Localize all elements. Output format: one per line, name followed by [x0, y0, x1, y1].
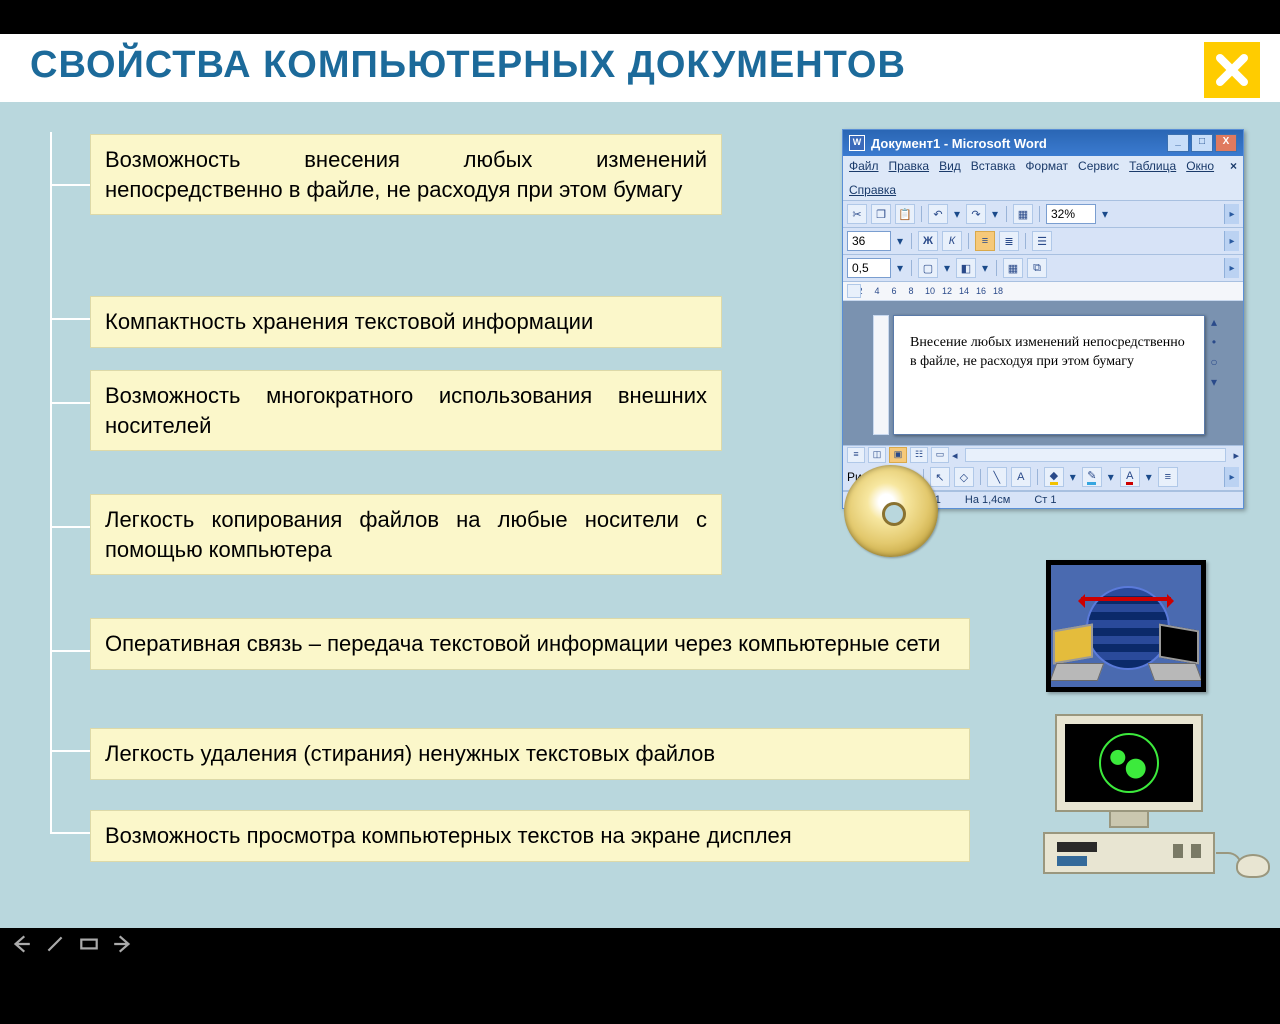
menu-tools[interactable]: Сервис — [1078, 159, 1119, 173]
word-menubar[interactable]: Файл Правка Вид Вставка Формат Сервис Та… — [843, 156, 1243, 201]
line-weight-icon[interactable]: ≡ — [1158, 467, 1178, 487]
menu-edit[interactable]: Правка — [889, 159, 930, 173]
table-icon[interactable]: ▦ — [1013, 204, 1033, 224]
h-scrollbar[interactable] — [965, 448, 1227, 462]
toolbar-tables[interactable]: 0,5▾ ▢▾ ◧▾ ▦ ⧉ ▸ — [843, 255, 1243, 282]
close-button[interactable] — [1204, 42, 1260, 98]
word-screenshot: W Документ1 - Microsoft Word _ □ X Файл … — [842, 129, 1244, 509]
menu-insert[interactable]: Вставка — [971, 159, 1016, 173]
ruler-vertical[interactable] — [873, 315, 889, 435]
close-icon — [1212, 50, 1252, 90]
reading-view-icon[interactable]: ▭ — [931, 447, 949, 463]
bullets-icon[interactable]: ☰ — [1032, 231, 1052, 251]
word-titlebar: W Документ1 - Microsoft Word _ □ X — [843, 130, 1243, 156]
scroll-right-icon[interactable]: ▸ — [1233, 449, 1239, 462]
letterbox-top — [0, 0, 1280, 34]
bullet-5: Оперативная связь – передача текстовой и… — [90, 618, 970, 670]
bullet-6: Легкость удаления (стирания) ненужных те… — [90, 728, 970, 780]
indent-field[interactable]: 0,5 — [847, 258, 891, 278]
normal-view-icon[interactable]: ≡ — [847, 447, 865, 463]
menu-help[interactable]: Справка — [849, 183, 896, 197]
align-center-icon[interactable]: ≣ — [999, 231, 1019, 251]
toolbar-overflow-icon[interactable]: ▸ — [1224, 467, 1239, 487]
cd-disc-image — [844, 465, 938, 557]
bullet-1: Возможность внесения любых изменений неп… — [90, 134, 722, 215]
cut-icon[interactable]: ✂ — [847, 204, 867, 224]
scroll-up-icon[interactable]: ▴ — [1211, 315, 1217, 329]
border-icon[interactable]: ▢ — [918, 258, 938, 278]
fontsize-field[interactable]: 36 — [847, 231, 891, 251]
menu-close-button[interactable]: × — [1230, 159, 1237, 173]
autoshapes-icon[interactable]: ◇ — [954, 467, 974, 487]
menu-file[interactable]: Файл — [849, 159, 879, 173]
menu-window[interactable]: Окно — [1186, 159, 1214, 173]
font-color-icon[interactable]: A — [1120, 467, 1140, 487]
maximize-button[interactable]: □ — [1191, 134, 1213, 152]
document-area: Внесение любых изменений непосредственно… — [843, 301, 1243, 445]
scroll-left-icon[interactable]: ◂ — [952, 449, 958, 462]
viewer-navbar — [0, 928, 1280, 960]
network-clipart — [1046, 560, 1206, 692]
line-icon[interactable]: ╲ — [987, 467, 1007, 487]
undo-icon[interactable]: ↶ — [928, 204, 948, 224]
select-icon[interactable]: ↖ — [930, 467, 950, 487]
zoom-field[interactable]: 32% — [1046, 204, 1096, 224]
word-app-icon: W — [849, 135, 865, 151]
window-close-button[interactable]: X — [1215, 134, 1237, 152]
toolbar-overflow-icon[interactable]: ▸ — [1224, 258, 1239, 278]
slide-body: Возможность внесения любых изменений неп… — [0, 102, 1280, 928]
toolbar-standard[interactable]: ✂ ❐ 📋 ↶▾ ↷▾ ▦ 32%▾ ▸ — [843, 201, 1243, 228]
next-slide-button[interactable] — [112, 933, 134, 955]
scroll-down-icon[interactable]: ▾ — [1211, 375, 1217, 389]
bold-button[interactable]: Ж — [918, 231, 938, 251]
paste-icon[interactable]: 📋 — [895, 204, 915, 224]
toolbar-format[interactable]: 36▾ Ж К ≡ ≣ ☰ ▸ — [843, 228, 1243, 255]
redo-icon[interactable]: ↷ — [966, 204, 986, 224]
toolbar-overflow-icon[interactable]: ▸ — [1224, 204, 1239, 224]
document-page[interactable]: Внесение любых изменений непосредственно… — [893, 315, 1205, 435]
outline-view-icon[interactable]: ☷ — [910, 447, 928, 463]
tab-well-icon[interactable] — [847, 284, 861, 298]
menu-button[interactable] — [78, 933, 100, 955]
minimize-button[interactable]: _ — [1167, 134, 1189, 152]
bullet-7: Возможность просмотра компьютерных текст… — [90, 810, 970, 862]
copy-icon[interactable]: ❐ — [871, 204, 891, 224]
line-color-icon[interactable]: ✎ — [1082, 467, 1102, 487]
insert-table-icon[interactable]: ▦ — [1003, 258, 1023, 278]
prev-slide-button[interactable] — [10, 933, 32, 955]
print-view-icon[interactable]: ▣ — [889, 447, 907, 463]
fill-color-icon[interactable]: ◆ — [1044, 467, 1064, 487]
textbox-icon[interactable]: A — [1011, 467, 1031, 487]
merge-icon[interactable]: ⧉ — [1027, 258, 1047, 278]
bullet-2: Компактность хранения текстовой информац… — [90, 296, 722, 348]
shading-icon[interactable]: ◧ — [956, 258, 976, 278]
ruler-horizontal[interactable]: 2 4 6 8 10 12 14 16 18 — [843, 282, 1243, 301]
menu-table[interactable]: Таблица — [1129, 159, 1176, 173]
menu-format[interactable]: Формат — [1025, 159, 1068, 173]
bullet-4: Легкость копирования файлов на любые нос… — [90, 494, 722, 575]
pen-tool-button[interactable] — [44, 933, 66, 955]
bullet-3: Возможность многократного использования … — [90, 370, 722, 451]
menu-view[interactable]: Вид — [939, 159, 961, 173]
italic-button[interactable]: К — [942, 231, 962, 251]
slide-title: СВОЙСТВА КОМПЬЮТЕРНЫХ ДОКУМЕНТОВ — [30, 44, 906, 87]
toolbar-overflow-icon[interactable]: ▸ — [1224, 231, 1239, 251]
view-switch-bar[interactable]: ≡ ◫ ▣ ☷ ▭ ◂ ▸ — [843, 445, 1243, 464]
align-left-icon[interactable]: ≡ — [975, 231, 995, 251]
word-title-text: Документ1 - Microsoft Word — [871, 136, 1047, 151]
computer-clipart — [1034, 714, 1224, 874]
web-view-icon[interactable]: ◫ — [868, 447, 886, 463]
